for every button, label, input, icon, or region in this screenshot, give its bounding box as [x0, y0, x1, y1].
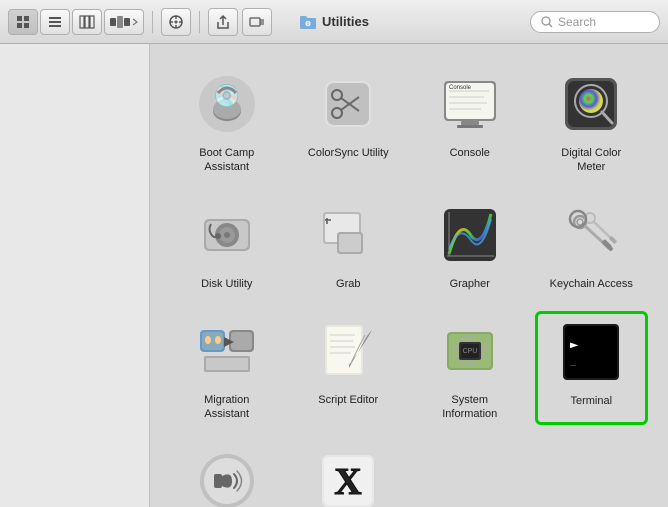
- app-label: Grapher: [450, 277, 490, 291]
- app-system-info[interactable]: CPU System Information: [413, 311, 527, 426]
- system-info-icon: CPU: [439, 320, 501, 382]
- action-button[interactable]: [161, 8, 191, 36]
- svg-text:_: _: [570, 355, 577, 366]
- window-title-area: ⚙ Utilities: [299, 13, 369, 31]
- search-icon: [541, 16, 553, 28]
- disk-icon-wrapper: [191, 199, 263, 271]
- content-area: 💿 Boot CampAssistant: [150, 44, 668, 507]
- view-coverflow-button[interactable]: [104, 9, 144, 35]
- voiceover-icon-wrapper: [191, 445, 263, 507]
- app-grab[interactable]: Grab: [292, 195, 406, 295]
- console-icon-wrapper: Console: [434, 68, 506, 140]
- main-area: 💿 Boot CampAssistant: [0, 44, 668, 507]
- app-label: Terminal: [570, 394, 612, 408]
- toolbar-divider-2: [199, 11, 200, 33]
- folder-icon: ⚙: [299, 13, 317, 31]
- console-icon: Console: [439, 73, 501, 135]
- app-label: Migration Assistant: [182, 393, 272, 422]
- app-digital-color-meter[interactable]: Digital Color Meter: [535, 64, 649, 179]
- system-info-icon-wrapper: CPU: [434, 315, 506, 387]
- boot-camp-icon-wrapper: 💿: [191, 68, 263, 140]
- digital-color-icon: [560, 73, 622, 135]
- tag-button[interactable]: [242, 8, 272, 36]
- digital-color-icon-wrapper: [555, 68, 627, 140]
- svg-text:⚙: ⚙: [305, 20, 311, 28]
- x11-icon: X: [317, 450, 379, 507]
- migration-icon: [196, 320, 258, 382]
- app-x11[interactable]: X X11: [292, 441, 406, 507]
- grab-icon-wrapper: [312, 199, 384, 271]
- app-label: Console: [450, 146, 490, 160]
- keychain-icon: [560, 204, 622, 266]
- script-editor-icon-wrapper: [312, 315, 384, 387]
- script-editor-icon: [317, 320, 379, 382]
- search-box[interactable]: Search: [530, 11, 660, 33]
- svg-text:X: X: [335, 461, 362, 503]
- search-label: Search: [558, 15, 596, 29]
- view-toggle-group: [8, 9, 144, 35]
- svg-text:Console: Console: [449, 85, 472, 91]
- toolbar-divider-1: [152, 11, 153, 33]
- app-label: ColorSync Utility: [308, 146, 389, 160]
- app-label: System Information: [425, 393, 515, 422]
- view-columns-button[interactable]: [72, 9, 102, 35]
- app-label: Boot CampAssistant: [199, 146, 254, 175]
- grapher-icon: [439, 204, 501, 266]
- app-console[interactable]: Console Console: [413, 64, 527, 179]
- window-title: Utilities: [322, 14, 369, 29]
- app-label: Grab: [336, 277, 360, 291]
- migration-icon-wrapper: [191, 315, 263, 387]
- title-bar: ⚙ Utilities Search: [0, 0, 668, 44]
- view-grid-button[interactable]: [8, 9, 38, 35]
- app-script-editor[interactable]: Script Editor: [292, 311, 406, 426]
- app-grid: 💿 Boot CampAssistant: [160, 64, 658, 507]
- app-label: Disk Utility: [201, 277, 252, 291]
- app-disk-utility[interactable]: Disk Utility: [170, 195, 284, 295]
- app-colorsync[interactable]: ColorSync Utility: [292, 64, 406, 179]
- grapher-icon-wrapper: [434, 199, 506, 271]
- app-terminal[interactable]: ► _ Terminal: [535, 311, 649, 426]
- x11-icon-wrapper: X: [312, 445, 384, 507]
- disk-icon: [196, 204, 258, 266]
- colorsync-icon-wrapper: [312, 68, 384, 140]
- svg-text:CPU: CPU: [462, 348, 477, 355]
- terminal-icon-wrapper: ► _: [555, 316, 627, 388]
- share-button[interactable]: [208, 8, 238, 36]
- app-label: Keychain Access: [550, 277, 633, 291]
- app-grapher[interactable]: Grapher: [413, 195, 527, 295]
- app-keychain[interactable]: Keychain Access: [535, 195, 649, 295]
- colorsync-icon: [317, 73, 379, 135]
- svg-text:►: ►: [570, 337, 579, 353]
- app-label: Script Editor: [318, 393, 378, 407]
- app-label: Digital Color Meter: [546, 146, 636, 175]
- voiceover-icon: [196, 450, 258, 507]
- boot-camp-icon: 💿: [196, 73, 258, 135]
- keychain-icon-wrapper: [555, 199, 627, 271]
- sidebar: [0, 44, 150, 507]
- grab-icon: [317, 204, 379, 266]
- terminal-icon: ► _: [560, 321, 622, 383]
- app-migration[interactable]: Migration Assistant: [170, 311, 284, 426]
- app-boot-camp[interactable]: 💿 Boot CampAssistant: [170, 64, 284, 179]
- view-list-button[interactable]: [40, 9, 70, 35]
- app-voiceover[interactable]: VoiceOver Utility: [170, 441, 284, 507]
